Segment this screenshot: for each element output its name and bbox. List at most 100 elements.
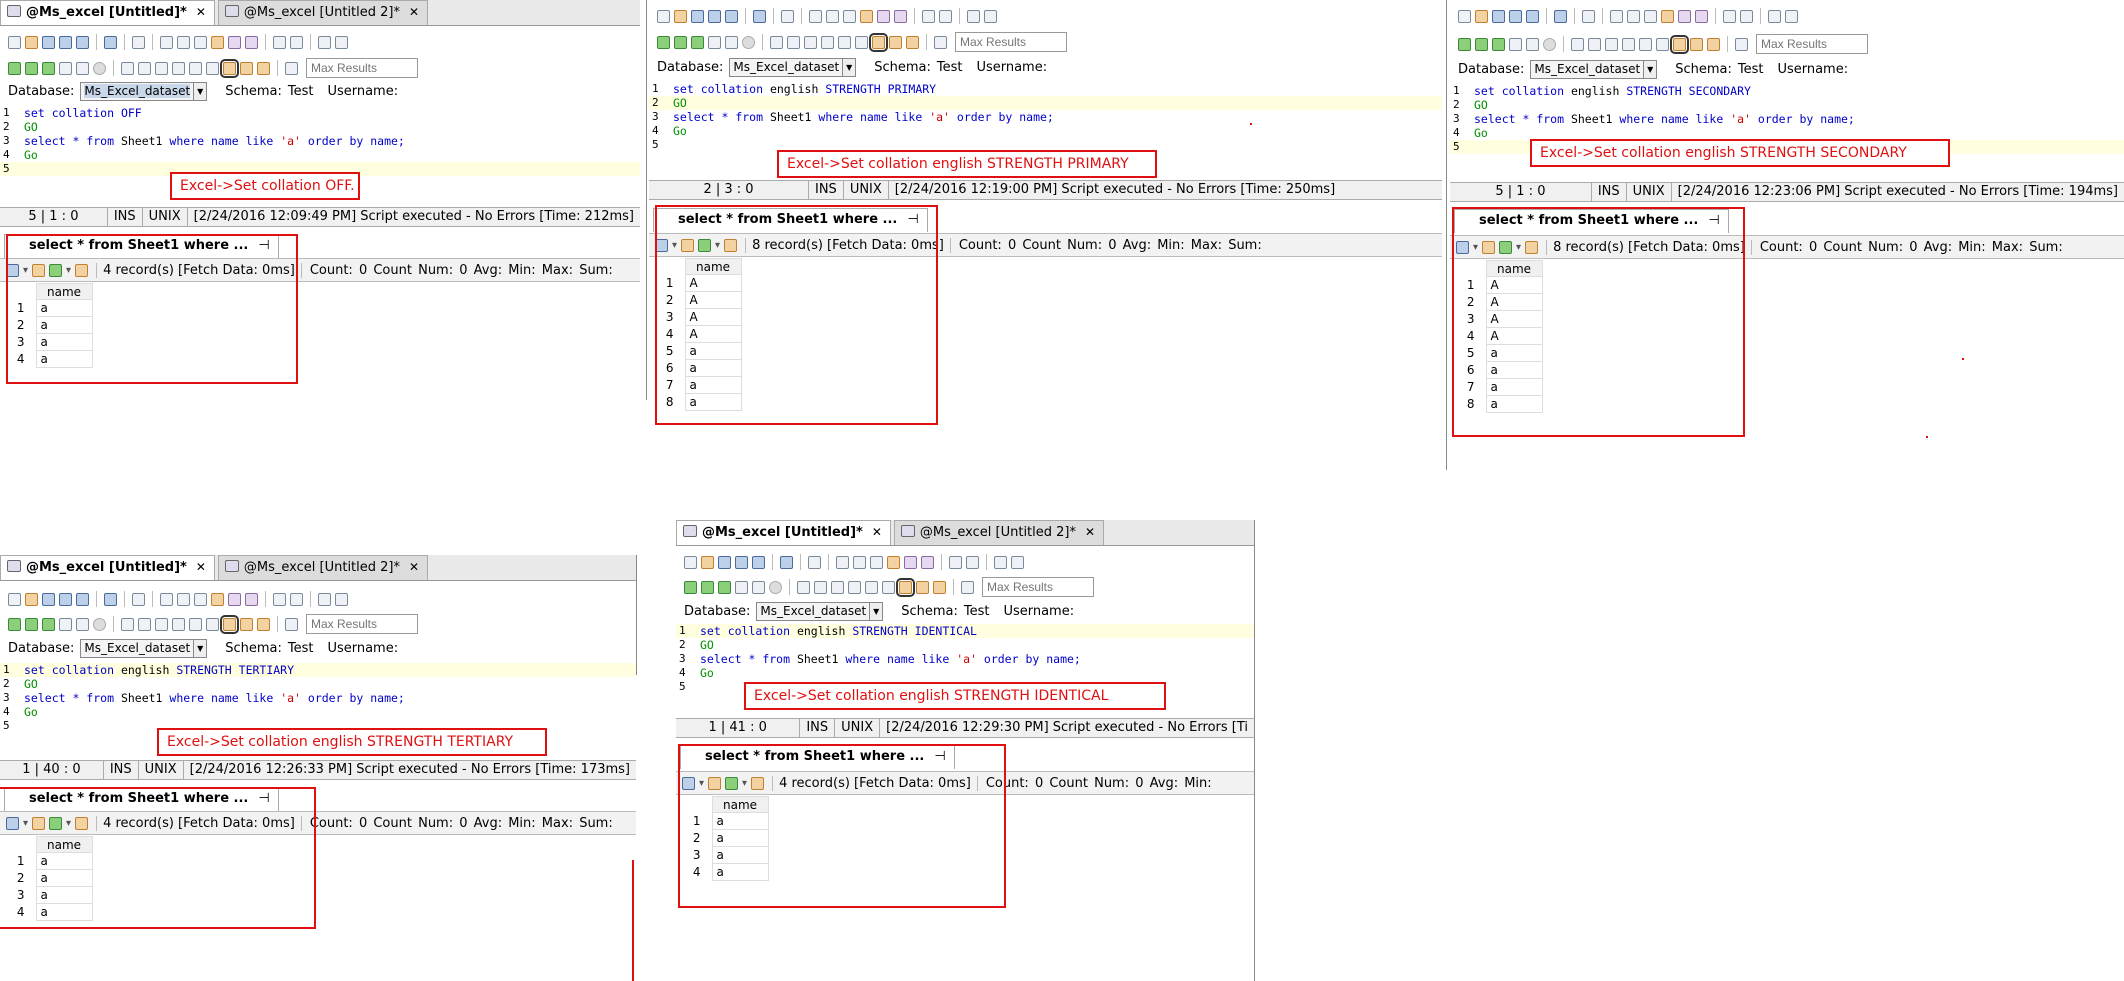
uppercase-icon[interactable] bbox=[335, 35, 348, 49]
cell-name[interactable]: a bbox=[711, 863, 769, 881]
execute-script-icon[interactable] bbox=[684, 580, 697, 594]
comment-icon[interactable] bbox=[172, 61, 185, 75]
cell-name[interactable]: A bbox=[684, 325, 742, 343]
comment-icon[interactable] bbox=[1622, 37, 1635, 51]
page-icon[interactable] bbox=[781, 9, 794, 23]
max-results-input[interactable] bbox=[306, 614, 418, 634]
new-file-icon[interactable] bbox=[1458, 9, 1471, 23]
format-icon[interactable] bbox=[121, 617, 134, 631]
new-file-icon[interactable] bbox=[684, 555, 697, 569]
replace-icon[interactable] bbox=[1740, 9, 1753, 23]
uncomment-icon[interactable] bbox=[189, 61, 202, 75]
history-icon[interactable] bbox=[1735, 37, 1748, 51]
comment-icon[interactable] bbox=[848, 580, 861, 594]
table-row[interactable]: 7a bbox=[1456, 378, 1543, 396]
lowercase-icon[interactable] bbox=[318, 35, 331, 49]
result-tab[interactable]: select * from Sheet1 where ... ⊣ bbox=[4, 787, 279, 811]
cut-icon[interactable] bbox=[1627, 9, 1640, 23]
cell-name[interactable]: a bbox=[711, 846, 769, 864]
cell-name[interactable]: a bbox=[1485, 395, 1543, 413]
column-header-name[interactable]: name bbox=[684, 258, 742, 275]
execute-current-icon[interactable] bbox=[691, 35, 704, 49]
execute-current-icon[interactable] bbox=[1492, 37, 1505, 51]
table-row[interactable]: 1a bbox=[6, 852, 93, 870]
cell-name[interactable]: A bbox=[1485, 276, 1543, 294]
replace-icon[interactable] bbox=[290, 35, 303, 49]
uncomment-icon[interactable] bbox=[838, 35, 851, 49]
sql-editor[interactable]: 1 set collation english STRENGTH PRIMARY 2… bbox=[649, 82, 1442, 152]
select-all-icon[interactable] bbox=[160, 592, 173, 606]
replace-icon[interactable] bbox=[290, 592, 303, 606]
undo-icon[interactable] bbox=[1678, 9, 1691, 23]
database-select[interactable]: Ms_Excel_dataset ▼ bbox=[1530, 59, 1658, 79]
cell-name[interactable]: a bbox=[35, 869, 93, 887]
result-grid[interactable]: name 1 a 2 a 3 a 4 a bbox=[6, 283, 93, 368]
table-row[interactable]: 6a bbox=[1456, 361, 1543, 379]
select-all-icon[interactable] bbox=[809, 9, 822, 23]
outdent-icon[interactable] bbox=[1605, 37, 1618, 51]
execute-script-icon[interactable] bbox=[1458, 37, 1471, 51]
lowercase-icon[interactable] bbox=[967, 9, 980, 23]
format-icon[interactable] bbox=[1571, 37, 1584, 51]
execute-script-icon[interactable] bbox=[8, 61, 21, 75]
copy-icon[interactable] bbox=[1644, 9, 1657, 23]
format-icon[interactable] bbox=[797, 580, 810, 594]
cell-name[interactable]: a bbox=[35, 886, 93, 904]
chart-icon[interactable] bbox=[1456, 240, 1469, 254]
save-all-icon[interactable] bbox=[725, 9, 738, 23]
cell-name[interactable]: a bbox=[35, 299, 93, 317]
database-select[interactable]: Ms_Excel_dataset ▼ bbox=[756, 601, 884, 621]
find-icon[interactable] bbox=[273, 592, 286, 606]
stop-icon[interactable] bbox=[93, 61, 106, 75]
uppercase-icon[interactable] bbox=[335, 592, 348, 606]
stop-icon[interactable] bbox=[93, 617, 106, 631]
wrap-icon[interactable] bbox=[206, 61, 219, 75]
paste-icon[interactable] bbox=[1661, 9, 1674, 23]
chevron-down-icon[interactable]: ▾ bbox=[699, 778, 704, 789]
tab-untitled[interactable]: @Ms_excel [Untitled]* ✕ bbox=[0, 0, 215, 25]
export-results-icon[interactable] bbox=[32, 816, 46, 830]
indent-icon[interactable] bbox=[1588, 37, 1601, 51]
table-row[interactable]: 2a bbox=[6, 316, 93, 334]
undo-icon[interactable] bbox=[228, 35, 241, 49]
execute-icon[interactable] bbox=[1475, 37, 1488, 51]
tab-untitled-2[interactable]: @Ms_excel [Untitled 2]* ✕ bbox=[893, 520, 1105, 545]
wrap-icon[interactable] bbox=[855, 35, 868, 49]
filter-icon[interactable] bbox=[724, 238, 738, 252]
table-row[interactable]: 1A bbox=[1456, 276, 1543, 294]
refresh-icon[interactable] bbox=[1499, 240, 1513, 254]
max-results-input[interactable] bbox=[982, 577, 1094, 597]
save-icon[interactable] bbox=[42, 35, 55, 49]
format-icon[interactable] bbox=[121, 61, 134, 75]
filter-icon[interactable] bbox=[1525, 240, 1539, 254]
cut-icon[interactable] bbox=[826, 9, 839, 23]
indent-icon[interactable] bbox=[138, 61, 151, 75]
chevron-down-icon[interactable]: ▾ bbox=[715, 240, 720, 251]
close-icon[interactable]: ✕ bbox=[872, 525, 882, 539]
close-icon[interactable]: ✕ bbox=[409, 5, 419, 19]
column-header-name[interactable]: name bbox=[711, 796, 769, 813]
page-icon[interactable] bbox=[808, 555, 821, 569]
column-header-name[interactable]: name bbox=[35, 836, 93, 853]
pin-icon[interactable]: ⊣ bbox=[1708, 210, 1719, 232]
redo-icon[interactable] bbox=[921, 555, 934, 569]
chevron-down-icon[interactable]: ▾ bbox=[672, 240, 677, 251]
uppercase-icon[interactable] bbox=[1011, 555, 1024, 569]
cell-name[interactable]: a bbox=[35, 350, 93, 368]
export-results-icon[interactable] bbox=[1482, 240, 1496, 254]
column-header-name[interactable]: name bbox=[35, 283, 93, 300]
open-folder-icon[interactable] bbox=[1475, 9, 1488, 23]
result-grid[interactable]: name 1 A 2 A 3 A 4 A 5 a 6 a 7 a 8 a bbox=[1456, 260, 1543, 413]
wrap-icon[interactable] bbox=[1656, 37, 1669, 51]
save-all-icon[interactable] bbox=[76, 592, 89, 606]
explain-icon[interactable] bbox=[1509, 37, 1522, 51]
execute-icon[interactable] bbox=[674, 35, 687, 49]
sql-editor[interactable]: 1 set collation english STRENGTH TERTIARY… bbox=[0, 663, 636, 733]
history-icon[interactable] bbox=[934, 35, 947, 49]
table-row[interactable]: 3a bbox=[6, 333, 93, 351]
chart-icon[interactable] bbox=[6, 816, 19, 830]
cell-name[interactable]: a bbox=[711, 812, 769, 830]
table-row[interactable]: 7a bbox=[655, 376, 742, 394]
copy-icon[interactable] bbox=[194, 35, 207, 49]
select-all-icon[interactable] bbox=[1610, 9, 1623, 23]
